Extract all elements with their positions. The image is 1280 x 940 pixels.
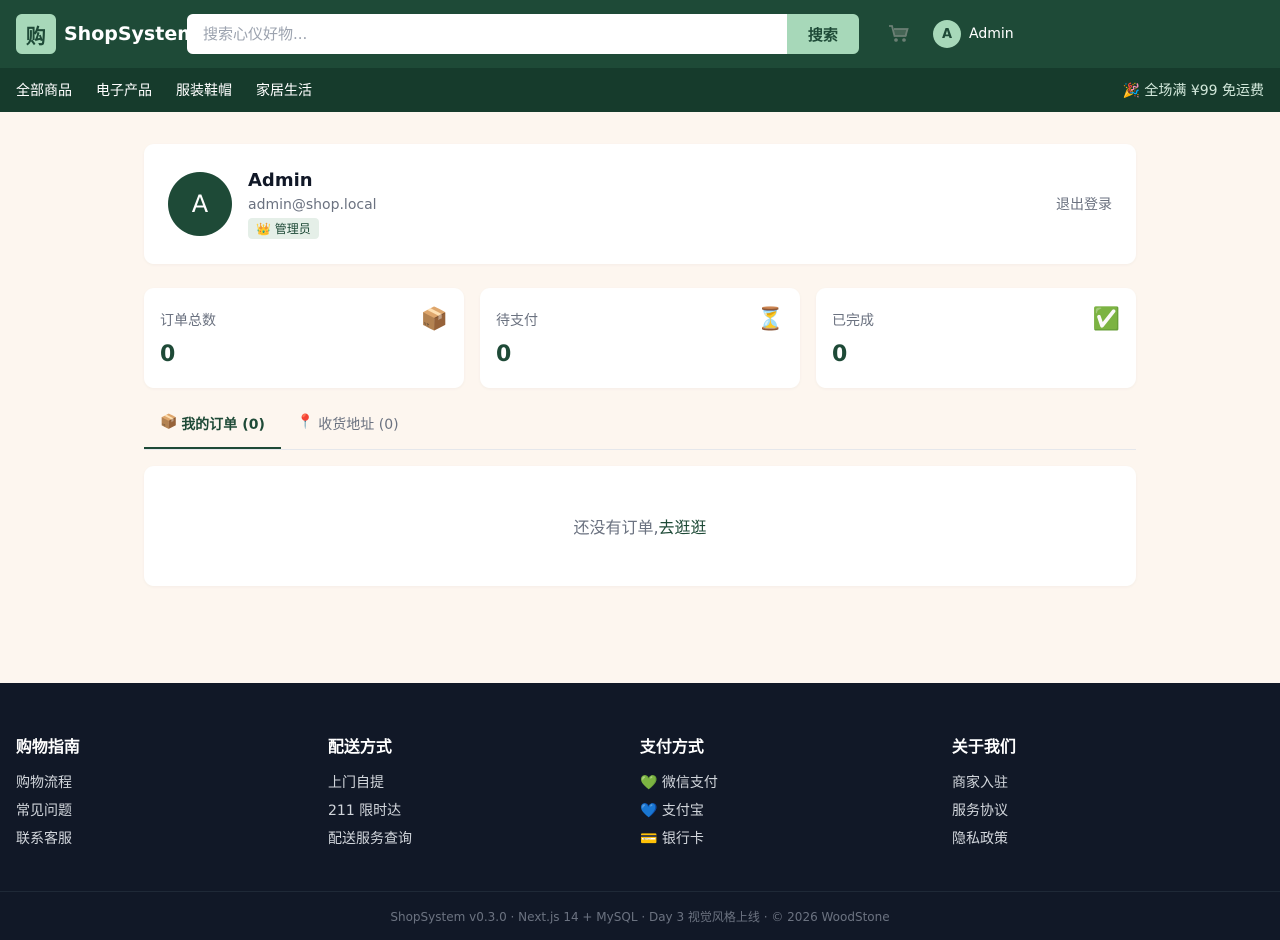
- brand-name[interactable]: ShopSystem: [64, 23, 197, 45]
- avatar: A: [933, 20, 961, 48]
- logo-icon[interactable]: 购: [16, 14, 56, 54]
- tab-label: 收货地址 (0): [318, 417, 399, 433]
- package-icon: 📦: [420, 307, 448, 332]
- promo-banner: 🎉 全场满 ¥99 免运费: [1122, 83, 1264, 99]
- footer-link[interactable]: 💳 银行卡: [640, 825, 952, 853]
- footer-link[interactable]: 购物流程: [16, 769, 328, 797]
- shopping-cart-icon[interactable]: [887, 22, 911, 46]
- go-shopping-link[interactable]: 去逛逛: [659, 514, 707, 538]
- tab-bar: 📦 我的订单 (0) 📍 收货地址 (0): [144, 414, 1136, 450]
- footer-link[interactable]: 服务协议: [952, 797, 1264, 825]
- profile-info: Admin admin@shop.local 👑 管理员: [248, 170, 377, 239]
- package-icon: 📦: [160, 414, 178, 430]
- stat-value: 0: [160, 342, 176, 367]
- tab-addresses[interactable]: 📍 收货地址 (0): [281, 414, 415, 449]
- footer-link[interactable]: 上门自提: [328, 769, 640, 797]
- profile-name: Admin: [248, 169, 313, 191]
- footer-link[interactable]: 隐私政策: [952, 825, 1264, 853]
- footer-col-guide: 购物指南 购物流程 常见问题 联系客服: [16, 733, 328, 891]
- footer-link[interactable]: 配送服务查询: [328, 825, 640, 853]
- search-button[interactable]: 搜索: [787, 14, 859, 54]
- empty-text: 还没有订单,: [573, 518, 659, 537]
- main-content: A Admin admin@shop.local 👑 管理员 退出登录 订单总数…: [144, 144, 1136, 586]
- footer-link[interactable]: 💚 微信支付: [640, 769, 952, 797]
- search-bar: 搜索: [187, 14, 859, 54]
- footer-title: 支付方式: [640, 737, 705, 756]
- stat-label: 已完成: [832, 313, 874, 329]
- user-menu[interactable]: A Admin: [933, 20, 1014, 48]
- footer-col-payment: 支付方式 💚 微信支付 💙 支付宝 💳 银行卡: [640, 733, 952, 891]
- stat-label: 待支付: [496, 313, 538, 329]
- avatar: A: [168, 172, 232, 236]
- user-name: Admin: [969, 26, 1014, 42]
- logout-button[interactable]: 退出登录: [1056, 194, 1112, 214]
- footer-columns: 购物指南 购物流程 常见问题 联系客服 配送方式 上门自提 211 限时达 配送…: [0, 683, 1280, 891]
- stat-label: 订单总数: [160, 313, 216, 329]
- hourglass-icon: ⏳: [756, 307, 784, 332]
- check-icon: ✅: [1092, 307, 1120, 332]
- nav-item-electronics[interactable]: 电子产品: [96, 80, 152, 100]
- empty-orders: 还没有订单, 去逛逛: [144, 466, 1136, 586]
- nav-item-all[interactable]: 全部商品: [16, 80, 72, 100]
- footer-link[interactable]: 211 限时达: [328, 797, 640, 825]
- top-header: 购 ShopSystem 搜索 A Admin: [0, 0, 1280, 68]
- category-nav: 全部商品 电子产品 服装鞋帽 家居生活 🎉 全场满 ¥99 免运费: [0, 68, 1280, 112]
- stat-card-completed: 已完成 0 ✅: [816, 288, 1136, 388]
- tab-my-orders[interactable]: 📦 我的订单 (0): [144, 414, 281, 449]
- search-input[interactable]: [187, 14, 787, 54]
- footer-link[interactable]: 常见问题: [16, 797, 328, 825]
- footer-link[interactable]: 联系客服: [16, 825, 328, 853]
- tab-label: 我的订单 (0): [181, 417, 265, 433]
- footer-title: 购物指南: [16, 737, 81, 756]
- footer-col-delivery: 配送方式 上门自提 211 限时达 配送服务查询: [328, 733, 640, 891]
- stat-value: 0: [496, 342, 512, 367]
- pin-icon: 📍: [296, 414, 315, 430]
- profile-email: admin@shop.local: [248, 196, 377, 213]
- footer-title: 配送方式: [328, 737, 393, 756]
- copyright: ShopSystem v0.3.0 · Next.js 14 + MySQL ·…: [0, 891, 1280, 940]
- profile-card: A Admin admin@shop.local 👑 管理员 退出登录: [144, 144, 1136, 264]
- footer: 购物指南 购物流程 常见问题 联系客服 配送方式 上门自提 211 限时达 配送…: [0, 683, 1280, 940]
- nav-item-clothing[interactable]: 服装鞋帽: [176, 80, 232, 100]
- footer-link[interactable]: 商家入驻: [952, 769, 1264, 797]
- footer-link[interactable]: 💙 支付宝: [640, 797, 952, 825]
- stat-value: 0: [832, 342, 848, 367]
- footer-col-about: 关于我们 商家入驻 服务协议 隐私政策: [952, 733, 1264, 891]
- stats-row: 订单总数 0 📦 待支付 0 ⏳ 已完成 0 ✅: [144, 288, 1136, 388]
- stat-card-total: 订单总数 0 📦: [144, 288, 464, 388]
- role-badge: 👑 管理员: [248, 217, 319, 239]
- stat-card-pending: 待支付 0 ⏳: [480, 288, 800, 388]
- footer-title: 关于我们: [952, 737, 1017, 756]
- nav-item-home[interactable]: 家居生活: [256, 80, 312, 100]
